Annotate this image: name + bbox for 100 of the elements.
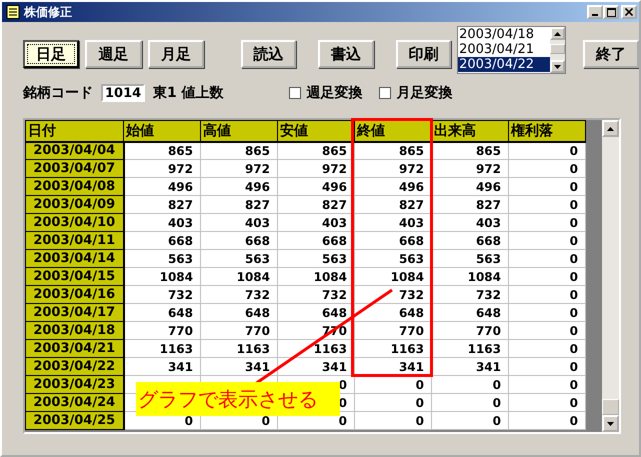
maximize-button[interactable] [603,5,619,19]
close-button[interactable] [621,5,637,19]
table-cell: 732 [278,286,354,304]
down-arrow-icon [554,64,561,68]
table-cell: 403 [124,214,200,232]
row-header: 2003/04/08 [26,178,124,196]
table-cell: 1163 [124,340,200,358]
table-cell: 496 [124,178,200,196]
table-cell: 0 [508,250,586,268]
table-cell: 827 [124,196,200,214]
table-cell: 1084 [354,268,432,286]
window-title: 株価修正 [24,4,72,20]
row-header: 2003/04/25 [26,412,124,430]
table-cell: 0 [508,394,586,412]
column-header: 終値 [354,120,432,142]
list-scrollbar[interactable] [550,27,565,73]
up-arrow-icon [554,32,561,36]
table-cell: 0 [354,412,432,430]
table-cell: 403 [200,214,278,232]
table-cell: 0 [508,286,586,304]
table-cell: 668 [200,232,278,250]
table-cell: 0 [432,376,508,394]
period-button[interactable]: 日足 [23,40,80,68]
table-cell: 403 [432,214,508,232]
table-cell: 341 [124,358,200,376]
table-cell: 668 [432,232,508,250]
table-cell: 827 [354,196,432,214]
table-cell: 1084 [432,268,508,286]
action-button[interactable]: 読込 [241,40,296,68]
checkbox-label: 週足変換 [306,84,363,102]
table-cell: 827 [278,196,354,214]
row-header: 2003/04/15 [26,268,124,286]
table-cell: 972 [200,160,278,178]
action-button[interactable]: 書込 [318,40,374,68]
table-cell: 0 [508,178,586,196]
up-arrow-icon [607,126,614,130]
date-list[interactable]: 2003/04/18 2003/04/21 2003/04/22 [457,26,566,74]
table-cell: 0 [508,214,586,232]
table-cell: 668 [124,232,200,250]
column-header: 日付 [26,120,124,142]
table-cell: 0 [508,412,586,430]
table-cell: 496 [354,178,432,196]
table-cell: 403 [354,214,432,232]
column-header: 安値 [278,120,354,142]
exit-button[interactable]: 終了 [582,40,639,68]
table-cell: 648 [124,304,200,322]
table-cell: 0 [508,340,586,358]
column-header: 始値 [124,120,200,142]
scrollbar[interactable] [602,120,619,432]
table-cell: 0 [508,322,586,340]
row-header: 2003/04/17 [26,304,124,322]
table-cell: 732 [432,286,508,304]
period-button[interactable]: 月足 [148,40,204,68]
row-header: 2003/04/14 [26,250,124,268]
row-header: 2003/04/09 [26,196,124,214]
table-cell: 341 [200,358,278,376]
table-cell: 563 [124,250,200,268]
close-icon [625,8,633,16]
row-header: 2003/04/18 [26,322,124,340]
table-cell: 1084 [124,268,200,286]
table-cell: 972 [278,160,354,178]
table-cell: 563 [354,250,432,268]
column-header: 高値 [200,120,278,142]
period-button[interactable]: 週足 [85,40,142,68]
table-cell: 0 [432,394,508,412]
date-list-item[interactable]: 2003/04/18 [458,27,550,42]
table-cell: 0 [508,160,586,178]
action-button[interactable]: 印刷 [396,40,452,68]
table-cell: 1084 [200,268,278,286]
table-cell: 0 [508,304,586,322]
column-header: 権利落 [508,120,586,142]
table-cell: 563 [432,250,508,268]
date-list-item[interactable]: 2003/04/21 [458,42,550,57]
table-cell: 972 [124,160,200,178]
row-header: 2003/04/24 [26,394,124,412]
checkbox-label: 月足変換 [396,84,453,102]
code-field[interactable]: 1014 [101,84,145,102]
down-arrow-icon [607,422,614,426]
scroll-thumb[interactable] [602,399,619,415]
table-cell: 0 [508,268,586,286]
table-cell: 732 [200,286,278,304]
table-cell: 0 [508,196,586,214]
date-list-item[interactable]: 2003/04/22 [458,57,550,72]
row-header: 2003/04/23 [26,376,124,394]
notepad-icon [6,5,20,19]
table-cell: 0 [354,394,432,412]
table-cell: 1163 [432,340,508,358]
table-cell: 648 [432,304,508,322]
table-cell: 1084 [278,268,354,286]
table-cell: 496 [200,178,278,196]
table-cell: 0 [508,232,586,250]
minimize-button[interactable] [587,5,603,19]
column-header: 出来高 [432,120,508,142]
row-header: 2003/04/16 [26,286,124,304]
table-cell: 563 [278,250,354,268]
table-cell: 496 [432,178,508,196]
checkbox[interactable] [288,87,301,99]
row-header: 2003/04/07 [26,160,124,178]
table-cell: 732 [124,286,200,304]
checkbox[interactable] [378,87,391,99]
